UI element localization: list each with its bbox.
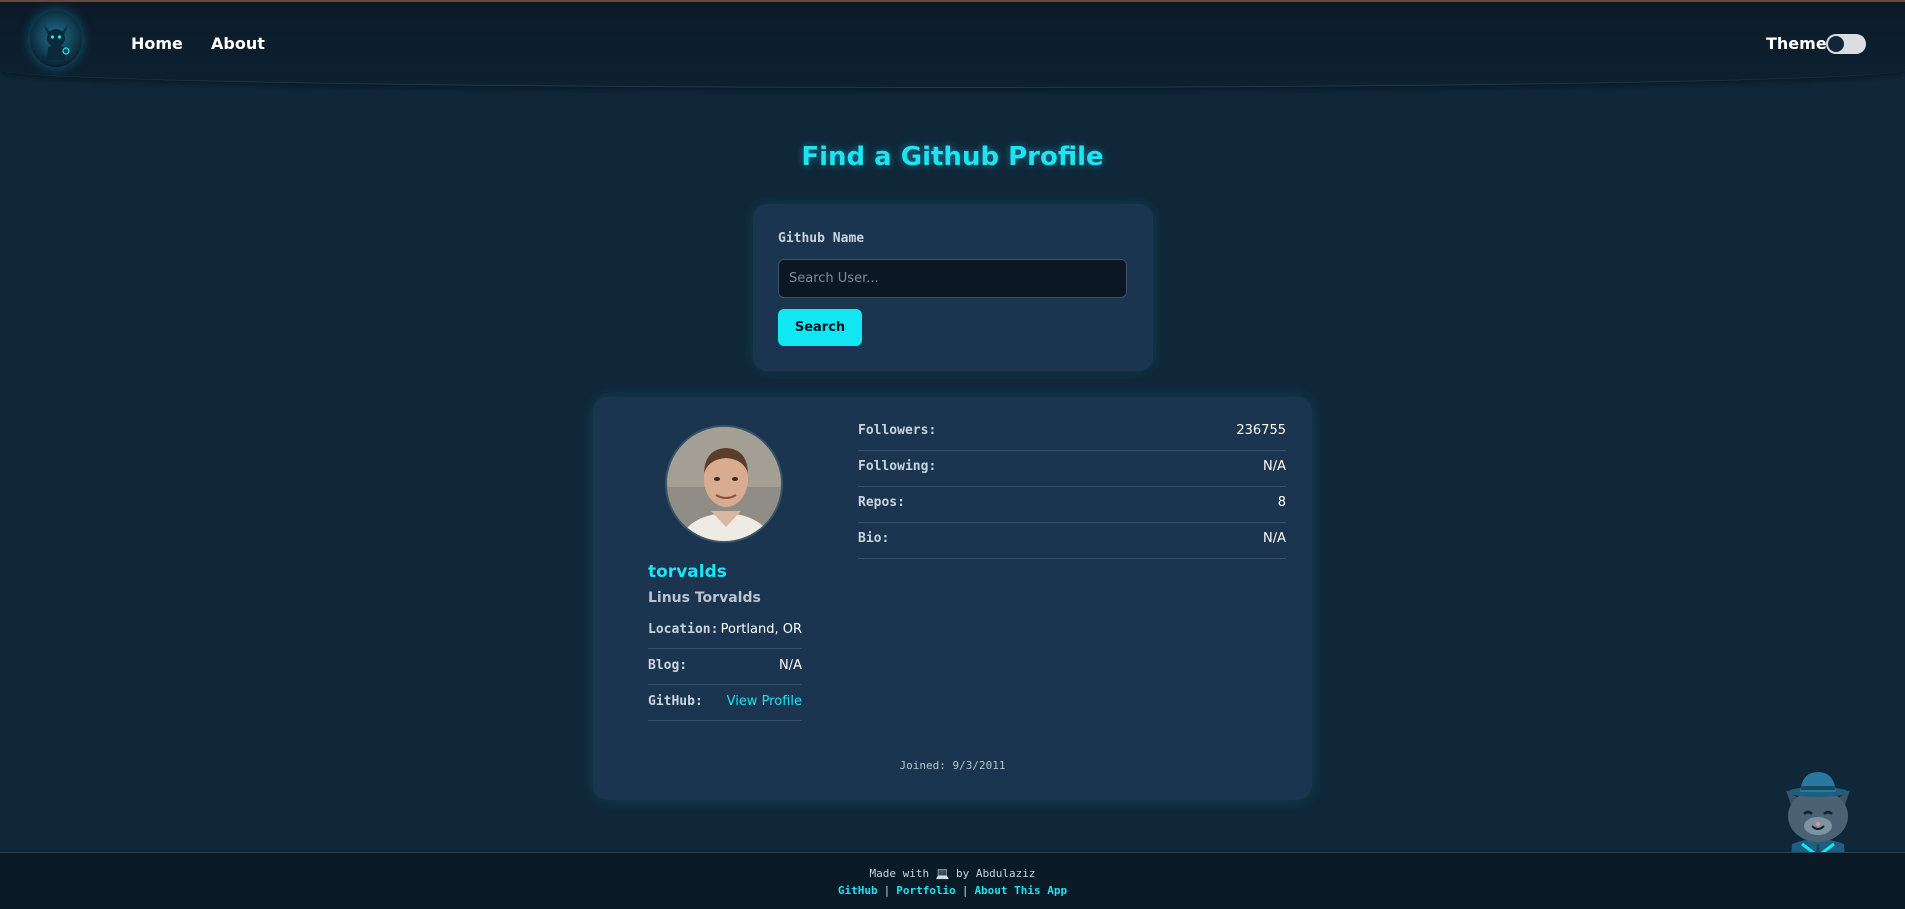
following-row: Following: N/A bbox=[858, 451, 1286, 487]
repos-value: 8 bbox=[1277, 495, 1286, 510]
search-user-input[interactable] bbox=[778, 259, 1127, 298]
location-label: Location: bbox=[648, 622, 719, 637]
footer-github-link[interactable]: GitHub bbox=[838, 884, 878, 897]
repos-label: Repos: bbox=[858, 495, 905, 510]
following-label: Following: bbox=[858, 459, 937, 474]
followers-row: Followers: 236755 bbox=[858, 415, 1286, 451]
profile-card: torvalds Linus Torvalds Location: Portla… bbox=[593, 397, 1312, 800]
footer: Made with 💻 by Abdulaziz GitHub | Portfoli… bbox=[0, 852, 1905, 909]
followers-label: Followers: bbox=[858, 423, 937, 438]
navbar: Home About Theme bbox=[0, 2, 1905, 88]
made-with-text: Made with 💻 by Abdulaziz bbox=[869, 867, 1036, 880]
blog-value: N/A bbox=[779, 658, 802, 673]
separator: | bbox=[961, 884, 969, 897]
search-button[interactable]: Search bbox=[778, 309, 862, 346]
blog-label: Blog: bbox=[648, 658, 688, 673]
followers-value: 236755 bbox=[1236, 423, 1286, 438]
github-row: GitHub: View Profile bbox=[648, 685, 802, 721]
location-value: Portland, OR bbox=[720, 622, 802, 637]
cat-logo-icon[interactable] bbox=[30, 11, 82, 67]
avatar bbox=[665, 425, 783, 543]
footer-about-app-link[interactable]: About This App bbox=[974, 884, 1067, 897]
theme-toggle[interactable] bbox=[1826, 34, 1866, 54]
footer-portfolio-link[interactable]: Portfolio bbox=[896, 884, 956, 897]
footer-links: GitHub | Portfolio | About This App bbox=[0, 884, 1905, 897]
bio-value: N/A bbox=[1263, 531, 1286, 546]
search-card: Github Name Search bbox=[753, 204, 1153, 371]
github-label: GitHub: bbox=[648, 694, 703, 709]
theme-label: Theme bbox=[1766, 34, 1827, 53]
joined-date: Joined: 9/3/2011 bbox=[899, 759, 1006, 772]
profile-fullname: Linus Torvalds bbox=[648, 590, 761, 606]
repos-row: Repos: 8 bbox=[858, 487, 1286, 523]
toggle-knob bbox=[1828, 36, 1844, 52]
profile-username: torvalds bbox=[648, 562, 727, 582]
bio-row: Bio: N/A bbox=[858, 523, 1286, 559]
separator: | bbox=[883, 884, 891, 897]
page-title: Find a Github Profile bbox=[801, 142, 1104, 172]
bio-label: Bio: bbox=[858, 531, 890, 546]
location-row: Location: Portland, OR bbox=[648, 613, 802, 649]
nav-home-link[interactable]: Home bbox=[131, 34, 183, 53]
view-profile-link[interactable]: View Profile bbox=[727, 694, 802, 709]
following-value: N/A bbox=[1263, 459, 1286, 474]
nav-about-link[interactable]: About bbox=[211, 34, 265, 53]
blog-row: Blog: N/A bbox=[648, 649, 802, 685]
github-name-label: Github Name bbox=[778, 231, 865, 246]
